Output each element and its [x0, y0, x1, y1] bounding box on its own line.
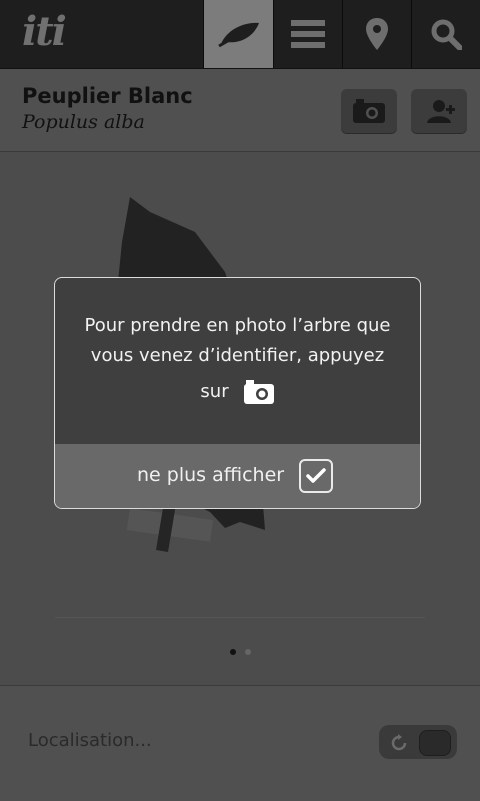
dialog-message-line2: vous venez d’identifier, appuyez [90, 345, 385, 366]
tab-leaf[interactable] [203, 0, 273, 68]
dialog-message: Pour prendre en photo l’arbre que vous v… [55, 311, 420, 407]
search-icon [431, 19, 462, 50]
dialog-message-line1: Pour prendre en photo l’arbre que [84, 315, 391, 336]
add-user-icon [427, 100, 455, 123]
toggle-knob [419, 730, 451, 756]
gallery-divider [55, 617, 425, 618]
take-photo-button[interactable] [341, 89, 397, 133]
location-pin-icon [366, 18, 388, 50]
refresh-icon [391, 734, 407, 751]
main-tabs [203, 0, 480, 68]
dont-show-again-label: ne plus afficher [137, 464, 285, 486]
dont-show-again-row[interactable]: ne plus afficher [55, 444, 420, 508]
species-latin-name: Populus alba [22, 111, 145, 133]
dont-show-again-checkbox[interactable] [299, 459, 333, 493]
dialog-message-line3: sur [200, 381, 229, 402]
list-icon [291, 20, 325, 48]
camera-icon [243, 380, 274, 404]
tab-search[interactable] [411, 0, 480, 68]
top-app-bar: iti [0, 0, 480, 69]
location-status: Localisation... [28, 730, 152, 751]
tab-map[interactable] [342, 0, 411, 68]
pager-dot[interactable] [245, 649, 251, 655]
checkmark-icon [306, 468, 326, 483]
leaf-icon [217, 22, 259, 48]
add-contribution-button[interactable] [411, 89, 467, 133]
tab-list[interactable] [273, 0, 342, 68]
app-logo: iti [22, 8, 67, 55]
species-common-name: Peuplier Blanc [22, 84, 193, 108]
photo-tip-dialog: Pour prendre en photo l’arbre que vous v… [54, 277, 421, 509]
pager-dot-active[interactable] [230, 649, 236, 655]
camera-icon [353, 99, 385, 123]
location-toggle[interactable] [379, 725, 457, 759]
